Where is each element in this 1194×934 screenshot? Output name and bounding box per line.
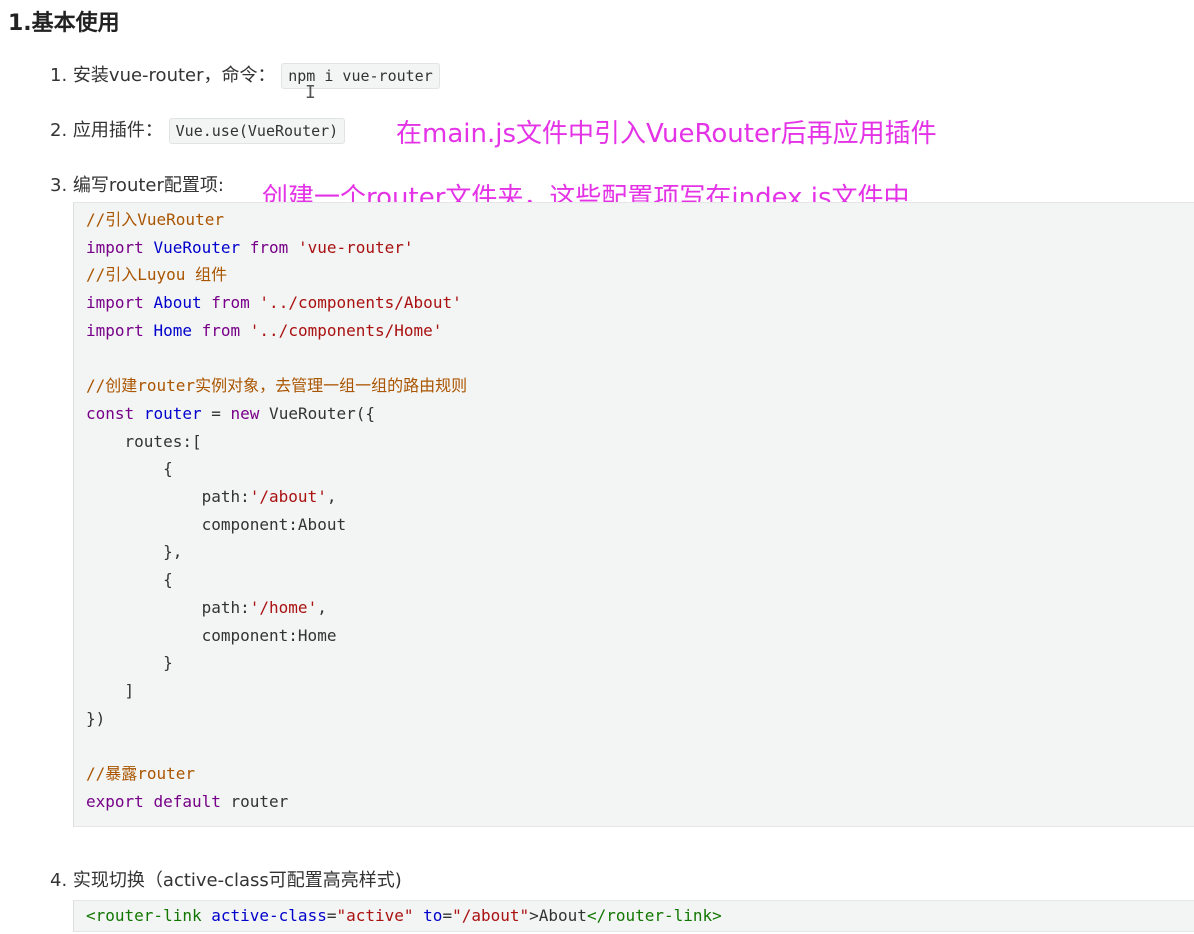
code-line: routes:[ — [86, 431, 202, 453]
code-token: = — [201, 403, 231, 423]
code-block-router-config: //引入VueRouter import VueRouter from 'vue-… — [73, 202, 1194, 827]
code-token: '/home' — [249, 597, 318, 617]
inline-code-vue-use: Vue.use(VueRouter) — [168, 118, 346, 144]
code-token: { — [86, 459, 173, 479]
code-token: , — [326, 487, 337, 506]
code-token: component:About — [86, 514, 347, 534]
code-token: '../components/Home' — [249, 320, 443, 340]
list-item-use-plugin: 2. 应用插件： Vue.use(VueRouter) — [50, 116, 346, 144]
code-token: Home — [153, 320, 192, 340]
code-line: component:About — [86, 514, 347, 536]
code-line: }, — [86, 541, 182, 563]
list-item-text: 应用插件： — [72, 120, 163, 141]
code-token: = — [442, 906, 453, 925]
code-token: //引入VueRouter — [86, 210, 224, 229]
code-line: { — [86, 458, 173, 480]
text-cursor-icon: I — [305, 82, 316, 103]
code-token: path: — [86, 487, 250, 506]
code-token: const — [86, 403, 135, 423]
code-token: , — [317, 597, 327, 617]
code-token: component:Home — [86, 625, 337, 645]
code-token: import — [86, 237, 144, 257]
code-line: //创建router实例对象，去管理一组一组的路由规则 — [86, 375, 467, 397]
code-token: } — [86, 653, 173, 673]
code-line: import VueRouter from 'vue-router' — [86, 237, 414, 259]
code-token: //暴露router — [86, 764, 196, 783]
code-token: import — [86, 293, 144, 313]
code-token: "active" — [336, 906, 414, 925]
code-token: <router-link — [86, 906, 202, 925]
code-line: path:'/about', — [86, 486, 337, 508]
code-token: from — [201, 320, 241, 340]
code-token: { — [86, 570, 173, 590]
list-item-install: 1. 安装vue-router，命令： npm i vue-router — [50, 61, 440, 89]
code-line: import Home from '../components/Home' — [86, 320, 442, 342]
code-line: { — [86, 569, 173, 591]
code-block-router-link: <router-link active-class="active" to="/… — [73, 900, 1194, 932]
list-item-text: 实现切换（active-class可配置高亮样式) — [72, 870, 402, 891]
list-item-switch: 4. 实现切换（active-class可配置高亮样式) — [50, 866, 402, 892]
code-token: "/about" — [452, 906, 530, 925]
list-item-text: 安装vue-router，命令： — [72, 65, 276, 86]
code-token: VueRouter({ — [259, 403, 376, 423]
code-line: path:'/home', — [86, 597, 327, 619]
code-token: routes:[ — [86, 431, 202, 451]
code-token: to — [423, 906, 443, 925]
code-token: active-class — [211, 906, 327, 925]
code-token: }, — [86, 542, 183, 562]
code-token: </router-link> — [586, 906, 722, 925]
code-token: //引入Luyou 组件 — [86, 265, 228, 285]
code-token: path: — [86, 597, 250, 617]
code-line: //引入VueRouter — [86, 209, 224, 231]
code-line: //暴露router — [86, 763, 195, 785]
code-token: ] — [86, 680, 135, 700]
list-item-text: 编写router配置项: — [72, 175, 224, 196]
list-item-number: 2. — [50, 120, 68, 141]
list-item-number: 4. — [50, 870, 68, 891]
code-line: ] — [86, 680, 135, 702]
code-token: 'vue-router' — [297, 237, 414, 257]
code-line: <router-link active-class="active" to="/… — [86, 905, 722, 927]
code-token: export — [86, 791, 144, 811]
section-heading: 1.基本使用 — [8, 11, 120, 36]
code-token: router — [143, 403, 202, 423]
list-item-number: 1. — [50, 65, 68, 86]
code-token: VueRouter — [153, 237, 241, 257]
code-line: export default router — [86, 791, 288, 813]
code-token: default — [153, 791, 221, 811]
list-item-config: 3. 编写router配置项: — [50, 171, 224, 197]
annotation-plugin-note: 在main.js文件中引入VueRouter后再应用插件 — [396, 119, 937, 149]
code-line: }) — [86, 708, 105, 730]
code-token: import — [86, 320, 144, 340]
code-line: } — [86, 652, 173, 674]
code-line: component:Home — [86, 625, 337, 647]
code-token: '/about' — [249, 487, 327, 506]
code-token: from — [211, 293, 250, 313]
code-token: }) — [86, 708, 106, 728]
code-token: router — [220, 791, 289, 811]
code-token: About — [153, 293, 202, 313]
code-token: from — [249, 237, 289, 257]
code-token: new — [230, 403, 260, 423]
code-token: '../components/About' — [259, 293, 462, 313]
code-token: //创建router实例对象，去管理一组一组的路由规则 — [86, 376, 468, 396]
code-line: const router = new VueRouter({ — [86, 403, 375, 425]
list-item-number: 3. — [50, 175, 68, 196]
code-line: //引入Luyou 组件 — [86, 264, 227, 286]
code-line: import About from '../components/About' — [86, 292, 462, 314]
code-token: >About — [529, 906, 587, 925]
